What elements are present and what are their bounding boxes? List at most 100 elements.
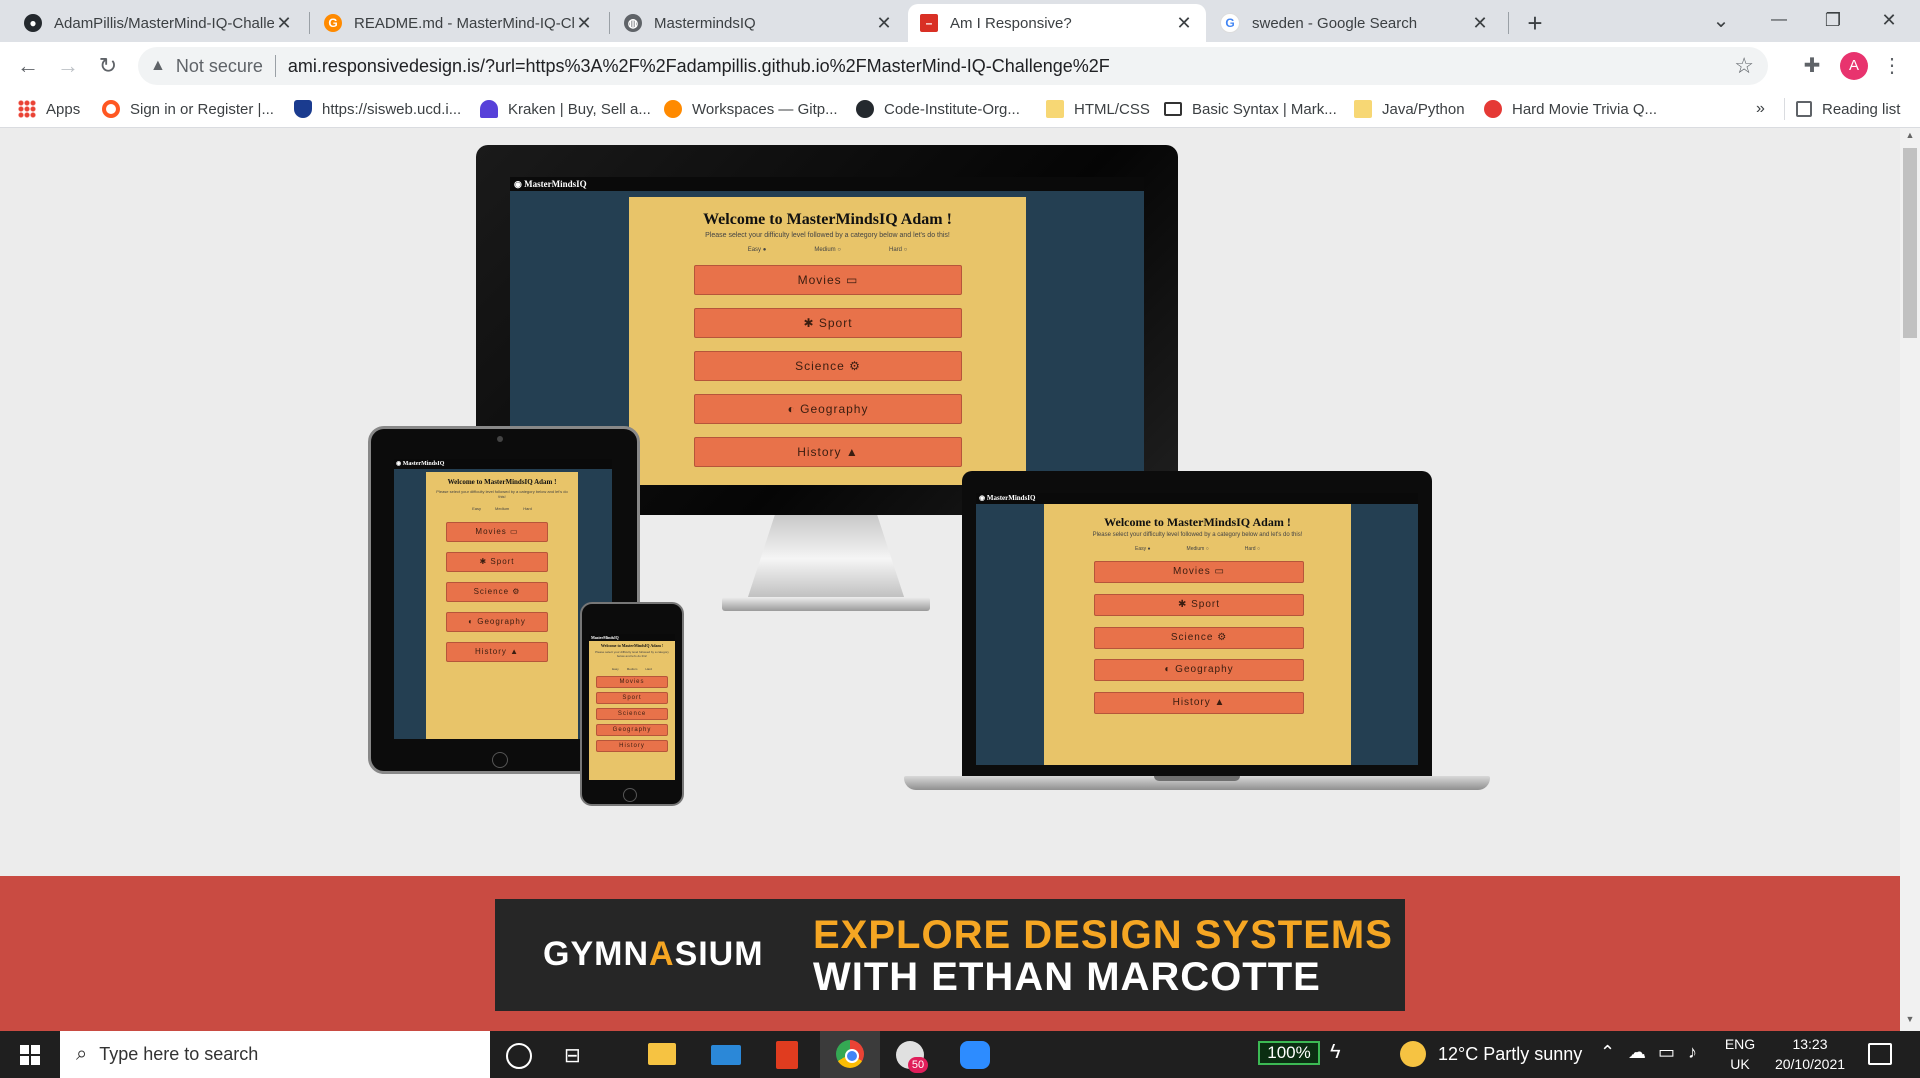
difficulty-easy-radio[interactable]: Easy (472, 506, 481, 511)
difficulty-easy-radio[interactable]: Easy (612, 667, 619, 671)
clock[interactable]: 13:23 20/10/2021 (1762, 1036, 1858, 1072)
geography-button[interactable]: ◐ Geography (694, 394, 962, 424)
bookmark-sign-in[interactable]: Sign in or Register |... (102, 96, 274, 122)
reload-icon[interactable]: ↻ (94, 52, 122, 80)
difficulty-medium-radio[interactable]: Medium ○ (1187, 546, 1209, 552)
tab-github[interactable]: ● AdamPillis/MasterMind-IQ-Challe ✕ (12, 4, 306, 42)
weather-icon[interactable] (1400, 1041, 1426, 1067)
start-button[interactable] (0, 1031, 60, 1078)
movies-button[interactable]: Movies (596, 676, 668, 688)
scrollbar-thumb[interactable] (1903, 148, 1917, 338)
difficulty-easy-radio[interactable]: Easy ● (1135, 546, 1151, 552)
history-button[interactable]: History (596, 740, 668, 752)
bookmark-gitpod[interactable]: Workspaces — Gitp... (664, 96, 838, 122)
task-view-icon[interactable]: ⊟ (564, 1043, 581, 1068)
warning-icon[interactable]: ▲ (150, 57, 166, 75)
battery-icon[interactable]: ▭ (1658, 1042, 1675, 1063)
science-button[interactable]: Science (596, 708, 668, 720)
bookmark-apps[interactable]: Apps (18, 96, 80, 122)
science-button[interactable]: Science ⚙ (694, 351, 962, 381)
weather-text[interactable]: 12°C Partly sunny (1438, 1044, 1582, 1065)
mail-icon[interactable] (711, 1045, 741, 1065)
new-tab-button[interactable]: + (1518, 6, 1552, 40)
bookmark-movie-trivia[interactable]: Hard Movie Trivia Q... (1484, 96, 1657, 122)
scroll-up-arrow-icon[interactable]: ▲ (1903, 130, 1917, 144)
restore-button[interactable]: ❐ (1810, 4, 1856, 36)
browser-toolbar: ← → ↻ ▲ Not secure ami.responsivedesign.… (0, 42, 1920, 90)
difficulty-hard-radio[interactable]: Hard (523, 506, 532, 511)
onedrive-icon[interactable]: ☁ (1628, 1042, 1646, 1063)
geography-button[interactable]: ◐ Geography (446, 612, 548, 632)
history-button[interactable]: History ▲ (1094, 692, 1304, 714)
difficulty-medium-radio[interactable]: Medium (627, 667, 638, 671)
difficulty-hard-radio[interactable]: Hard ○ (889, 247, 907, 253)
sport-button[interactable]: ✱ Sport (1094, 594, 1304, 616)
reading-list-button[interactable]: Reading list (1796, 96, 1900, 122)
movies-button[interactable]: Movies ▭ (1094, 561, 1304, 583)
geography-button[interactable]: Geography (596, 724, 668, 736)
monitor-base (722, 597, 930, 611)
battery-indicator[interactable]: 100% (1258, 1041, 1320, 1065)
bookmark-code-institute[interactable]: Code-Institute-Org... (856, 96, 1020, 122)
tab-google-search[interactable]: G sweden - Google Search ✕ (1208, 4, 1502, 42)
history-button[interactable]: History ▲ (446, 642, 548, 662)
tab-search-button[interactable]: ⌄ (1706, 6, 1736, 36)
tab-close-button[interactable]: ✕ (874, 13, 894, 34)
profile-avatar[interactable]: A (1840, 52, 1868, 80)
menu-icon[interactable]: ⋮ (1882, 52, 1902, 80)
show-hidden-icons-icon[interactable]: ⌃ (1600, 1042, 1615, 1063)
cortana-icon[interactable] (506, 1043, 532, 1069)
difficulty-medium-radio[interactable]: Medium ○ (814, 247, 841, 253)
scroll-down-arrow-icon[interactable]: ▼ (1903, 1014, 1917, 1028)
sport-button[interactable]: Sport (596, 692, 668, 704)
science-button[interactable]: Science ⚙ (1094, 627, 1304, 649)
bookmark-markdown[interactable]: Basic Syntax | Mark... (1164, 96, 1337, 122)
tab-close-button[interactable]: ✕ (574, 13, 594, 34)
gymnasium-ad[interactable]: GYMNASIUM EXPLORE DESIGN SYSTEMS WITH ET… (495, 899, 1405, 1011)
tab-am-i-responsive[interactable]: – Am I Responsive? ✕ (908, 4, 1206, 42)
sport-button[interactable]: ✱ Sport (694, 308, 962, 338)
difficulty-options: Easy Medium Hard (589, 667, 675, 671)
tab-readme[interactable]: G README.md - MasterMind-IQ-Ch ✕ (312, 4, 606, 42)
volume-icon[interactable]: ♪ (1688, 1042, 1697, 1063)
tab-close-button[interactable]: ✕ (1470, 13, 1490, 34)
ad-headline-line2: WITH ETHAN MARCOTTE (813, 955, 1321, 999)
address-bar[interactable]: ▲ Not secure ami.responsivedesign.is/?ur… (138, 47, 1768, 85)
bookmark-sisweb[interactable]: https://sisweb.ucd.i... (294, 96, 461, 122)
chrome-taskbar-button[interactable] (820, 1031, 880, 1078)
taskbar-search-box[interactable]: ⌕ Type here to search (60, 1031, 490, 1078)
geography-button[interactable]: ◐ Geography (1094, 659, 1304, 681)
sport-button[interactable]: ✱ Sport (446, 552, 548, 572)
back-icon[interactable]: ← (14, 52, 42, 80)
app-navbar: ◉ MasterMindsIQ (976, 493, 1418, 504)
movies-button[interactable]: Movies ▭ (446, 522, 548, 542)
file-explorer-icon[interactable] (648, 1043, 676, 1065)
tab-mastermindsiq[interactable]: ◍ MastermindsIQ ✕ (612, 4, 906, 42)
security-status[interactable]: Not secure (176, 56, 263, 77)
bookmark-java-python[interactable]: Java/Python (1354, 96, 1465, 122)
extensions-icon[interactable]: ✚ (1798, 52, 1826, 80)
star-icon[interactable]: ☆ (1734, 53, 1754, 79)
difficulty-hard-radio[interactable]: Hard ○ (1245, 546, 1260, 552)
bookmark-kraken[interactable]: Kraken | Buy, Sell a... (480, 96, 651, 122)
bookmarks-overflow-button[interactable]: » (1756, 96, 1765, 122)
difficulty-hard-radio[interactable]: Hard (645, 667, 652, 671)
notifications-icon[interactable] (1868, 1043, 1892, 1065)
zoom-icon[interactable] (960, 1041, 990, 1069)
forward-icon[interactable]: → (54, 52, 82, 80)
url-text[interactable]: ami.responsivedesign.is/?url=https%3A%2F… (288, 56, 1110, 77)
tab-close-button[interactable]: ✕ (274, 13, 294, 34)
history-button[interactable]: History ▲ (694, 437, 962, 467)
close-window-button[interactable]: ✕ (1864, 4, 1914, 36)
minimize-button[interactable]: — (1756, 4, 1802, 36)
bookmark-html-css[interactable]: HTML/CSS (1046, 96, 1150, 122)
office-icon[interactable] (776, 1041, 798, 1069)
difficulty-easy-radio[interactable]: Easy ● (748, 247, 767, 253)
movies-button[interactable]: Movies ▭ (694, 265, 962, 295)
science-button[interactable]: Science ⚙ (446, 582, 548, 602)
address-divider (274, 55, 276, 77)
language-indicator[interactable]: ENG UK (1722, 1036, 1758, 1072)
tab-close-button[interactable]: ✕ (1174, 13, 1194, 34)
difficulty-medium-radio[interactable]: Medium (495, 506, 509, 511)
tv-icon: ▭ (846, 273, 859, 287)
